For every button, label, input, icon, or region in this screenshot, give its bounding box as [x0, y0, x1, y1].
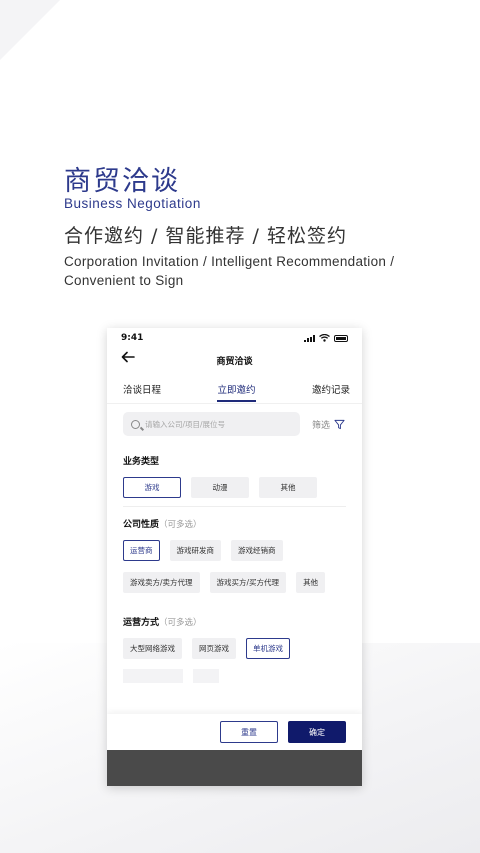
phone-screen: 9:41 商贸洽谈 洽谈日程 立即邀约 邀约记录 筛选: [107, 328, 362, 786]
reset-button[interactable]: 重置: [220, 721, 278, 743]
chip-game-buyer[interactable]: 游戏买方/买方代理: [209, 572, 287, 593]
more-options-hidden: [107, 669, 362, 683]
arrow-left-icon[interactable]: [121, 351, 135, 367]
operation-mode-hint: （可多选）: [159, 618, 202, 628]
status-time: 9:41: [121, 333, 144, 343]
corner-decoration: [0, 0, 60, 60]
chip-operator[interactable]: 运营商: [123, 540, 160, 561]
nav-title: 商贸洽谈: [216, 356, 253, 367]
confirm-button[interactable]: 确定: [288, 721, 346, 743]
divider: [123, 506, 346, 507]
search-icon: [131, 419, 140, 429]
company-nature-title: 公司性质（可多选）: [107, 517, 362, 530]
operation-mode-options: 大型网络游戏 网页游戏 单机游戏: [107, 638, 362, 659]
search-row: 筛选: [107, 412, 362, 436]
hero-slogan-en-line2: Convenient to Sign: [64, 273, 184, 288]
operation-mode-title: 运营方式（可多选）: [107, 615, 362, 628]
tab-bar: 洽谈日程 立即邀约 邀约记录: [107, 374, 362, 404]
search-input[interactable]: [145, 419, 285, 429]
chip-game-seller[interactable]: 游戏卖方/卖方代理: [123, 572, 200, 593]
chip-single-player[interactable]: 单机游戏: [246, 638, 290, 659]
tab-schedule[interactable]: 洽谈日程: [123, 376, 161, 402]
chip-nature-other[interactable]: 其他: [296, 572, 326, 593]
chip-web-game[interactable]: 网页游戏: [192, 638, 236, 659]
tab-invite-now[interactable]: 立即邀约: [217, 376, 256, 402]
chip-animation[interactable]: 动漫: [191, 477, 249, 498]
chip-other[interactable]: 其他: [259, 477, 317, 498]
home-area: [107, 750, 362, 786]
hero-slogan-en-line1: Corporation Invitation / Intelligent Rec…: [64, 254, 395, 269]
signal-icon: [304, 334, 315, 342]
hero-slogan-cn: 合作邀约 / 智能推荐 / 轻松签约: [64, 225, 347, 247]
hero-slogan-en: Corporation Invitation / Intelligent Rec…: [64, 252, 464, 290]
hero-title-en: Business Negotiation: [64, 196, 201, 211]
business-type-options: 游戏 动漫 其他: [107, 477, 362, 498]
battery-icon: [334, 334, 348, 342]
chip-game-distributor[interactable]: 游戏经销商: [231, 540, 283, 561]
hidden-chip: [193, 669, 219, 683]
nav-bar: 商贸洽谈: [107, 348, 362, 372]
company-nature-label: 公司性质: [123, 520, 160, 530]
footer-bar: 重置 确定: [107, 714, 362, 750]
business-type-title: 业务类型: [107, 454, 362, 467]
company-nature-hint: （可多选）: [159, 520, 202, 530]
chip-mmo[interactable]: 大型网络游戏: [123, 638, 182, 659]
filter-button[interactable]: 筛选: [312, 418, 345, 431]
wifi-icon: [319, 334, 330, 342]
chip-game[interactable]: 游戏: [123, 477, 181, 498]
tab-invite-records[interactable]: 邀约记录: [312, 376, 350, 402]
status-bar: 9:41: [107, 328, 362, 348]
chip-game-developer[interactable]: 游戏研发商: [169, 540, 221, 561]
filter-label: 筛选: [312, 420, 331, 431]
hero-section: 商贸洽谈 Business Negotiation 合作邀约 / 智能推荐 / …: [64, 166, 464, 290]
search-box[interactable]: [123, 412, 300, 436]
business-type-label: 业务类型: [123, 457, 160, 467]
hidden-chip: [123, 669, 183, 683]
company-nature-options: 运营商 游戏研发商 游戏经销商 游戏卖方/卖方代理 游戏买方/买方代理 其他: [107, 540, 362, 593]
operation-mode-label: 运营方式: [123, 618, 160, 628]
hero-title-cn: 商贸洽谈: [64, 166, 180, 197]
funnel-icon: [334, 419, 345, 429]
status-icons: [304, 334, 348, 342]
